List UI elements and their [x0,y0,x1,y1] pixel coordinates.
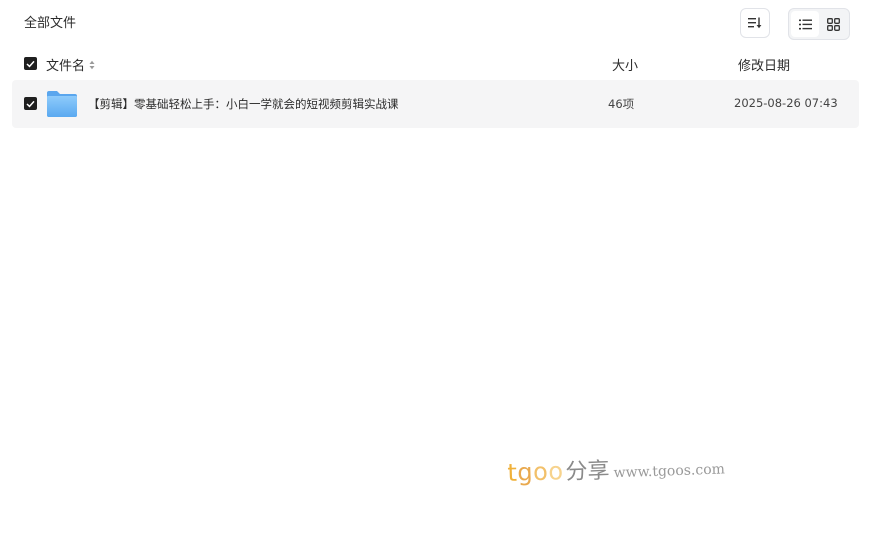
file-size: 46项 [608,97,635,111]
column-header-name[interactable]: 文件名 [46,55,95,74]
top-bar: 全部文件 [0,0,874,50]
watermark: tgoo 分享 www.tgoos.com [507,448,725,488]
column-header-date[interactable]: 修改日期 [738,55,790,74]
grid-view-button[interactable] [819,11,847,37]
watermark-url: www.tgoos.com [613,461,726,482]
watermark-logo: tgoo [506,457,564,488]
file-name[interactable]: 【剪辑】零基础轻松上手：小白一学就会的短视频剪辑实战课 [88,96,399,112]
sort-icon [748,17,762,29]
file-browser: 全部文件 文件名 大小 修改日期 【剪辑】零基础轻松上手：小白一学就会的短视频剪… [0,0,874,538]
view-toggle [788,8,850,40]
row-checkbox[interactable] [24,97,37,110]
folder-icon [47,91,77,117]
column-header-size[interactable]: 大小 [612,55,638,74]
file-date: 2025-08-26 07:43 [734,96,838,110]
grid-view-icon [826,17,840,31]
sort-toggle-icon [89,60,95,69]
column-name-label: 文件名 [46,59,86,74]
check-icon [26,100,35,107]
table-row[interactable]: 【剪辑】零基础轻松上手：小白一学就会的短视频剪辑实战课 46项 2025-08-… [12,80,859,128]
sort-button[interactable] [740,8,770,38]
watermark-text: 分享 [565,458,610,485]
select-all-checkbox[interactable] [24,57,37,70]
list-view-button[interactable] [791,11,819,37]
table-header: 文件名 大小 修改日期 [12,50,859,78]
list-view-icon [798,19,812,29]
check-icon [26,60,35,67]
breadcrumb[interactable]: 全部文件 [24,15,76,33]
